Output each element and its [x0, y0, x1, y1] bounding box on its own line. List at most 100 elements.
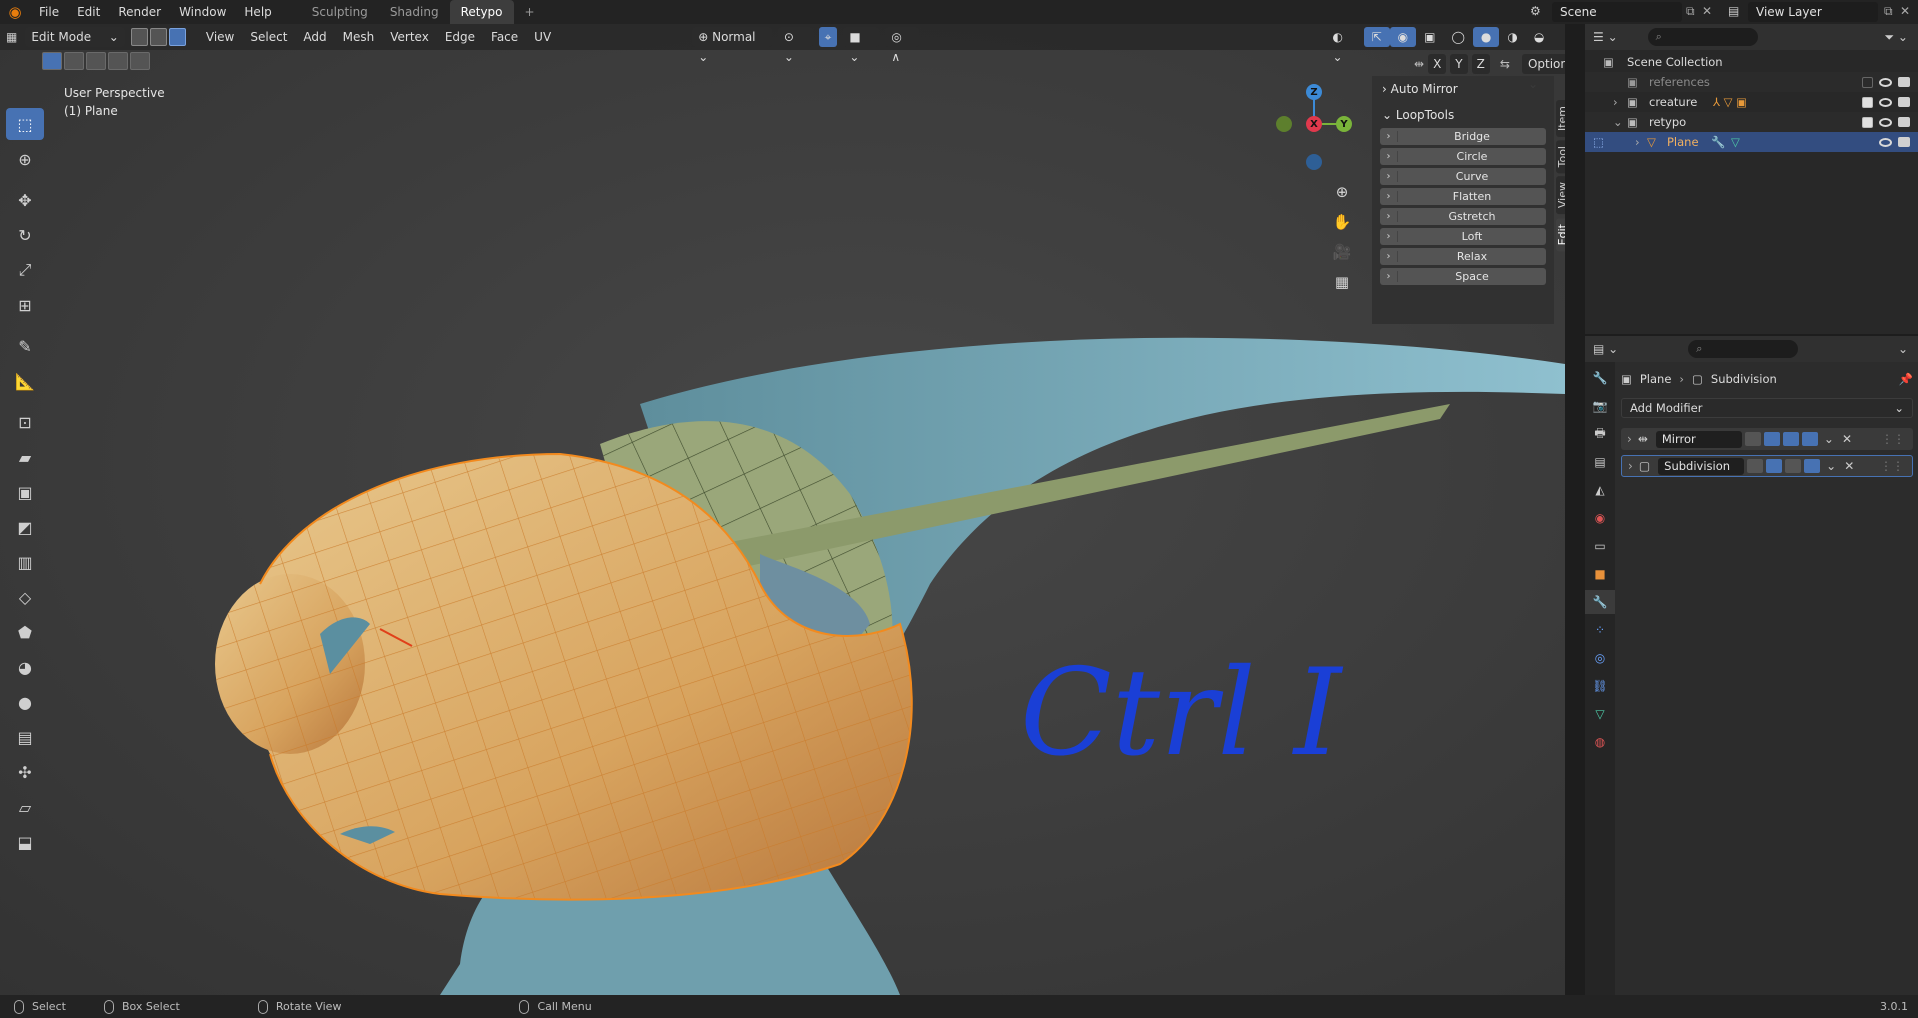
xray-toggle-icon[interactable]: ▣ — [1416, 27, 1443, 47]
tab-tool[interactable]: Tool — [1556, 140, 1565, 174]
workspace-tab-shading[interactable]: Shading — [379, 0, 450, 24]
looptools-bridge-button[interactable]: › Bridge — [1380, 128, 1546, 145]
expand-chevron-icon[interactable]: › — [1380, 131, 1398, 142]
outliner-item-references[interactable]: ▣ references — [1585, 72, 1918, 92]
menu-edit[interactable]: Edit — [68, 0, 109, 24]
edit-mode-toggle-icon[interactable] — [1766, 459, 1783, 473]
workspace-tab-retypo[interactable]: Retypo — [449, 0, 514, 24]
edit-mode-toggle-icon[interactable] — [1763, 432, 1780, 446]
expand-chevron-icon[interactable]: › — [1380, 211, 1398, 222]
gizmo-z-axis[interactable]: Z — [1306, 84, 1322, 100]
view-layer-icon[interactable]: ▤ — [1728, 4, 1739, 18]
rip-tool-icon[interactable]: ⬓ — [6, 826, 44, 858]
menu-face[interactable]: Face — [483, 27, 526, 47]
outliner-scene-collection[interactable]: ▣ Scene Collection — [1585, 52, 1918, 72]
exclude-checkbox[interactable] — [1862, 76, 1873, 88]
filter-icon[interactable]: ⏷ ⌄ — [1885, 30, 1908, 45]
tab-view[interactable]: View — [1556, 176, 1565, 215]
render-tab-icon[interactable]: 📷 — [1585, 394, 1615, 418]
world-tab-icon[interactable]: ◉ — [1585, 506, 1615, 530]
loop-cut-tool-icon[interactable]: ▥ — [6, 546, 44, 578]
render-toggle-icon[interactable] — [1804, 459, 1821, 473]
auto-merge-icon[interactable]: ⇆ — [1500, 57, 1510, 71]
expand-chevron-icon[interactable]: › — [1613, 95, 1618, 109]
outliner-search-input[interactable]: ⌕ — [1647, 28, 1758, 46]
expand-chevron-icon[interactable]: › — [1380, 271, 1398, 282]
menu-file[interactable]: File — [30, 0, 68, 24]
physics-tab-icon[interactable]: ◎ — [1585, 646, 1615, 670]
select-intersect-icon[interactable] — [130, 52, 150, 70]
select-new-icon[interactable] — [42, 52, 62, 70]
looptools-loft-button[interactable]: › Loft — [1380, 228, 1546, 245]
close-icon[interactable]: ✕ — [1842, 432, 1852, 446]
add-workspace-button[interactable]: + — [514, 0, 546, 24]
menu-mesh[interactable]: Mesh — [335, 27, 383, 47]
shading-wireframe-icon[interactable]: ◯ — [1443, 27, 1472, 47]
outliner-editor-icon[interactable]: ☰ ⌄ — [1593, 30, 1618, 44]
constraints-tab-icon[interactable]: ⛓ — [1585, 674, 1615, 698]
view-layer-tab-icon[interactable]: ▤ — [1585, 450, 1615, 474]
chevron-down-icon[interactable]: ⌄ — [1824, 432, 1834, 446]
shading-rendered-icon[interactable]: ◒ ⌄ — [1526, 27, 1565, 64]
scale-tool-icon[interactable]: ⤢ — [6, 254, 44, 286]
looptools-circle-button[interactable]: › Circle — [1380, 148, 1546, 165]
add-modifier-dropdown[interactable]: Add Modifier ⌄ — [1621, 398, 1913, 418]
face-select-mode[interactable] — [169, 28, 187, 46]
select-extend-icon[interactable] — [64, 52, 84, 70]
modifier-subdivision[interactable]: › ▢ Subdivision ⌄ ✕ ⋮⋮ — [1621, 455, 1913, 477]
inset-tool-icon[interactable]: ▣ — [6, 476, 44, 508]
extrude-tool-icon[interactable]: ▰ — [6, 441, 44, 473]
snap-target-dropdown[interactable]: ■ ⌄ — [843, 27, 880, 64]
expand-chevron-icon[interactable]: › — [1380, 251, 1398, 262]
viewport-toggle-icon[interactable] — [1785, 459, 1802, 473]
data-tab-icon[interactable]: ▽ — [1585, 702, 1615, 726]
looptools-space-button[interactable]: › Space — [1380, 268, 1546, 285]
workspace-tab-sculpting[interactable]: Sculpting — [301, 0, 379, 24]
3d-viewport[interactable]: ▦ Edit Mode ⌄ View Select Add Mesh Verte… — [0, 24, 1565, 995]
chevron-down-icon[interactable]: ⌄ — [1826, 459, 1836, 473]
proportional-edit-toggle[interactable]: ◎ ∧ — [885, 27, 920, 64]
expand-chevron-icon[interactable]: › — [1635, 135, 1640, 149]
edge-slide-tool-icon[interactable]: ▤ — [6, 721, 44, 753]
exclude-checkbox[interactable] — [1862, 96, 1873, 108]
scene-tab-icon[interactable]: ◭ — [1585, 478, 1615, 502]
mirror-y-toggle[interactable]: Y — [1450, 54, 1468, 74]
view-layer-selector[interactable]: View Layer — [1748, 2, 1878, 22]
transform-tool-icon[interactable]: ⊞ — [6, 289, 44, 321]
menu-uv[interactable]: UV — [526, 27, 559, 47]
blender-logo-icon[interactable]: ◉ — [0, 0, 30, 24]
mirror-x-toggle[interactable]: X — [1428, 54, 1447, 74]
expand-chevron-icon[interactable]: › — [1380, 231, 1398, 242]
select-invert-icon[interactable] — [108, 52, 128, 70]
knife-tool-icon[interactable]: ◇ — [6, 581, 44, 613]
eye-icon[interactable] — [1879, 97, 1892, 107]
properties-search-input[interactable]: ⌕ — [1688, 340, 1799, 358]
pan-hand-icon[interactable]: ✋ — [1329, 209, 1355, 235]
edit-mode-icon[interactable]: ⬚ — [1593, 135, 1604, 149]
menu-window[interactable]: Window — [170, 0, 235, 24]
on-cage-icon[interactable] — [1747, 459, 1764, 473]
overlays-toggle-icon[interactable]: ◉ — [1389, 27, 1417, 47]
expand-chevron-icon[interactable]: › — [1380, 191, 1398, 202]
shading-solid-icon[interactable]: ● — [1472, 27, 1500, 47]
object-tab-icon[interactable]: ■ — [1585, 562, 1615, 586]
expand-chevron-icon[interactable]: › — [1628, 459, 1633, 473]
looptools-relax-button[interactable]: › Relax — [1380, 248, 1546, 265]
outliner-item-plane[interactable]: ⬚ › ▽ Plane 🔧 ▽ — [1585, 132, 1918, 152]
gizmo-toggle-icon[interactable]: ⇱ — [1363, 27, 1390, 47]
modifier-name-field[interactable]: Mirror — [1655, 430, 1742, 448]
scene-selector[interactable]: Scene — [1552, 2, 1682, 22]
tab-edit[interactable]: Edit — [1556, 217, 1565, 251]
menu-render[interactable]: Render — [109, 0, 170, 24]
pivot-point-dropdown[interactable]: ⊙ ⌄ — [777, 27, 813, 64]
perspective-grid-icon[interactable]: ▦ — [1329, 269, 1355, 295]
looptools-flatten-button[interactable]: › Flatten — [1380, 188, 1546, 205]
shrink-fatten-tool-icon[interactable]: ✣ — [6, 756, 44, 788]
render-toggle-icon[interactable] — [1801, 432, 1818, 446]
menu-view[interactable]: View — [198, 27, 242, 47]
gizmo-x-axis[interactable]: X — [1306, 116, 1322, 132]
expand-chevron-icon[interactable]: › — [1627, 432, 1632, 446]
expand-chevron-icon[interactable]: › — [1380, 171, 1398, 182]
shear-tool-icon[interactable]: ▱ — [6, 791, 44, 823]
render-camera-icon[interactable] — [1898, 137, 1910, 147]
